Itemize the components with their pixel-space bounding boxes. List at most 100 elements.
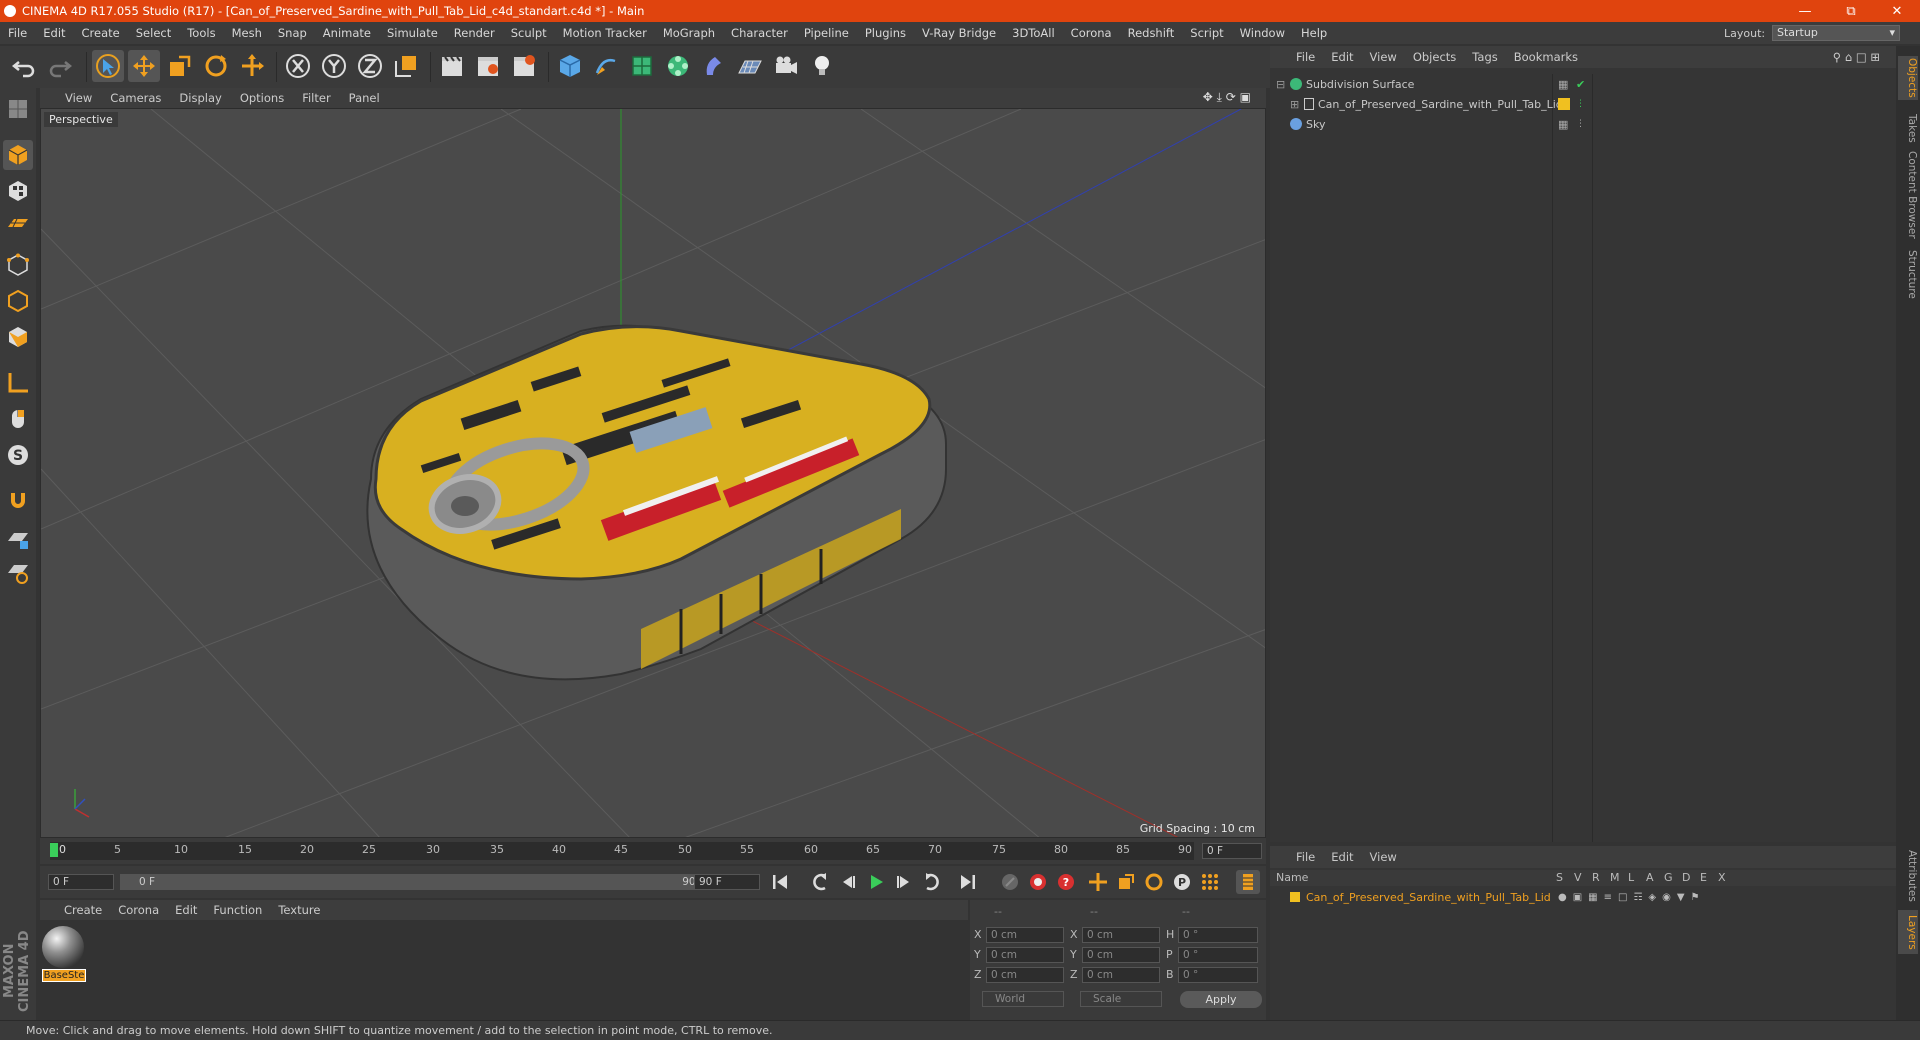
menu-select[interactable]: Select [128,26,179,40]
frame-range-slider[interactable]: 0 F 90 F [120,874,720,890]
objects-menu-bookmarks[interactable]: Bookmarks [1506,50,1586,64]
objects-menu-objects[interactable]: Objects [1405,50,1464,64]
undo-button[interactable] [8,50,40,82]
restore-button[interactable]: ⧉ [1828,0,1874,22]
menu-simulate[interactable]: Simulate [379,26,446,40]
layers-menu-file[interactable]: File [1288,850,1323,864]
position-z-field[interactable]: 0 cm [986,967,1064,983]
viewport-menu-filter[interactable]: Filter [293,91,339,105]
transform-tool-button[interactable] [236,50,268,82]
redo-button[interactable] [44,50,76,82]
viewport-nav-icons[interactable]: ✥ ⤓ ⟳ ▣ [1194,90,1260,105]
render-to-picture-viewer-button[interactable] [472,50,504,82]
move-tool-button[interactable] [128,50,160,82]
tab-objects[interactable]: Objects [1898,56,1918,100]
menu-create[interactable]: Create [74,26,128,40]
visibility-dots-icon[interactable]: ⋮ [1576,119,1585,129]
lock-workplane-button[interactable] [3,524,33,554]
scale-tool-button[interactable] [164,50,196,82]
expand-icon[interactable]: ⊟ [1276,78,1286,91]
autokeying-button[interactable] [1026,870,1050,894]
playhead[interactable] [50,843,58,857]
points-mode-button[interactable] [3,250,33,280]
render-settings-button[interactable] [508,50,540,82]
material-menu-edit[interactable]: Edit [167,903,205,917]
deformer-button[interactable] [698,50,730,82]
viewport-menu-display[interactable]: Display [170,91,230,105]
coordinate-space-dropdown[interactable]: World [982,991,1064,1007]
tab-content-browser[interactable]: Content Browser [1898,150,1918,240]
material-menu-function[interactable]: Function [205,903,270,917]
viewport-menu-cameras[interactable]: Cameras [101,91,170,105]
menu-sculpt[interactable]: Sculpt [503,26,555,40]
rotation-p-field[interactable]: 0 ° [1178,947,1258,963]
menu-3dtoall[interactable]: 3DToAll [1004,26,1063,40]
menu-mesh[interactable]: Mesh [224,26,270,40]
material-menu-create[interactable]: Create [56,903,110,917]
light-button[interactable] [806,50,838,82]
cube-object-button[interactable] [554,50,586,82]
menu-window[interactable]: Window [1232,26,1293,40]
size-x-field[interactable]: 0 cm [1082,927,1160,943]
rotation-key-button[interactable] [1142,870,1166,894]
close-button[interactable]: ✕ [1874,0,1920,22]
snap-button[interactable]: S [3,440,33,470]
spline-pen-button[interactable] [590,50,622,82]
menu-pipeline[interactable]: Pipeline [796,26,857,40]
object-row-sky[interactable]: Sky ▦ ⋮ [1276,114,1890,134]
floor-button[interactable] [734,50,766,82]
layout-dropdown[interactable]: Startup ▾ [1772,25,1900,41]
layers-menu-view[interactable]: View [1362,850,1405,864]
scale-key-button[interactable] [1114,870,1138,894]
viewport-menu-view[interactable]: View [56,91,101,105]
menu-corona[interactable]: Corona [1063,26,1120,40]
previous-key-button[interactable] [808,870,832,894]
coordinate-mode-dropdown[interactable]: Scale [1080,991,1162,1007]
viewport-menu-panel[interactable]: Panel [340,91,389,105]
layer-toggle-icons[interactable]: ●▣▦≡□☶◈◉▼⚑ [1558,892,1706,903]
object-row-subdivision[interactable]: ⊟ Subdivision Surface ▦ ✔ [1276,74,1890,94]
next-key-button[interactable] [920,870,944,894]
checkmark-icon[interactable]: ✔ [1576,78,1585,91]
menu-character[interactable]: Character [723,26,796,40]
tab-takes[interactable]: Takes [1898,108,1918,148]
viewport-menu-options[interactable]: Options [231,91,293,105]
tab-layers[interactable]: Layers [1898,910,1918,954]
layer-color-swatch[interactable] [1558,98,1570,110]
3d-viewport[interactable]: Perspective Grid Spacing : 10 cm [40,108,1266,838]
render-view-button[interactable] [436,50,468,82]
rotate-tool-button[interactable] [200,50,232,82]
y-axis-lock-button[interactable] [318,50,350,82]
keyframe-selection-button[interactable]: ? [1054,870,1078,894]
planar-workplane-button[interactable] [3,558,33,588]
polygons-mode-button[interactable] [3,322,33,352]
layer-color-swatch[interactable] [1290,892,1300,902]
z-axis-lock-button[interactable] [354,50,386,82]
menu-redshift[interactable]: Redshift [1120,26,1183,40]
go-to-start-button[interactable] [768,870,792,894]
menu-animate[interactable]: Animate [315,26,379,40]
position-key-button[interactable] [1086,870,1110,894]
objects-menu-tags[interactable]: Tags [1464,50,1505,64]
axis-mode-button[interactable] [3,368,33,398]
objects-menu-view[interactable]: View [1362,50,1405,64]
rotation-h-field[interactable]: 0 ° [1178,927,1258,943]
magnet-button[interactable] [3,486,33,516]
texture-mode-button[interactable] [3,176,33,206]
apply-button[interactable]: Apply [1180,991,1262,1008]
tab-structure[interactable]: Structure [1898,244,1918,304]
timeline-ruler[interactable]: 0 5 10 15 20 25 30 35 40 45 50 55 60 65 … [40,838,1266,864]
size-z-field[interactable]: 0 cm [1082,967,1160,983]
previous-frame-button[interactable] [836,870,860,894]
menu-plugins[interactable]: Plugins [857,26,914,40]
material-menu-texture[interactable]: Texture [270,903,328,917]
layers-menu-edit[interactable]: Edit [1323,850,1361,864]
size-y-field[interactable]: 0 cm [1082,947,1160,963]
position-y-field[interactable]: 0 cm [986,947,1064,963]
parameter-key-button[interactable]: P [1170,870,1194,894]
layer-row[interactable]: Can_of_Preserved_Sardine_with_Pull_Tab_L… [1276,888,1890,906]
menu-mograph[interactable]: MoGraph [655,26,723,40]
record-active-objects-button[interactable] [998,870,1022,894]
point-level-animation-button[interactable] [1198,870,1222,894]
menu-script[interactable]: Script [1182,26,1231,40]
